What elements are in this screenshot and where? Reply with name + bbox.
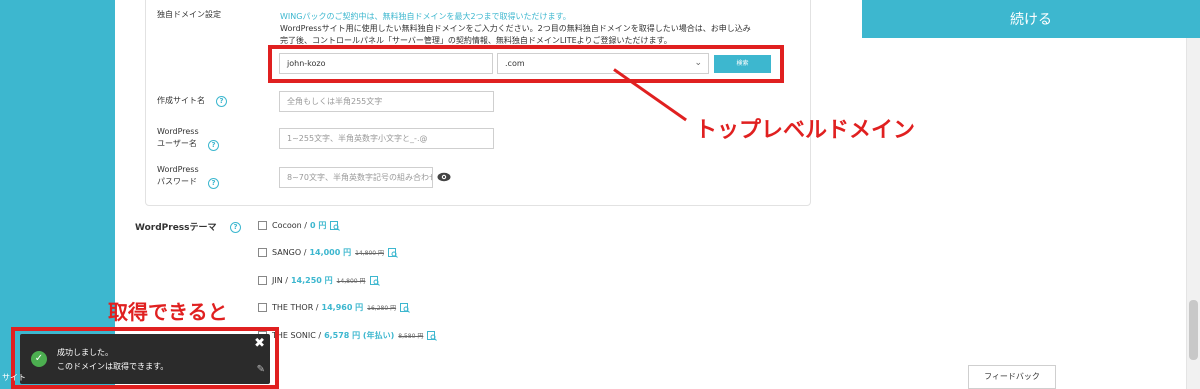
theme-option-jin[interactable]: JIN / 14,250 円 14,800 円 <box>258 275 380 286</box>
preview-icon[interactable] <box>330 220 341 231</box>
domain-label: 独自ドメイン設定 <box>157 10 221 19</box>
theme-price: 6,578 円 (年払い) <box>324 331 395 340</box>
theme-price: 14,960 円 <box>321 303 364 312</box>
acquire-annotation: 取得できると <box>108 300 228 324</box>
preview-icon[interactable] <box>427 330 438 341</box>
help-icon[interactable]: ? <box>216 96 227 107</box>
checkbox[interactable] <box>258 248 267 257</box>
checkbox[interactable] <box>258 276 267 285</box>
help-icon[interactable]: ? <box>230 222 241 233</box>
theme-old-price: 8,580 円 <box>398 333 424 340</box>
help-icon[interactable]: ? <box>208 140 219 151</box>
domain-note-line1: WordPressサイト用に使用したい無料独自ドメインをご入力ください。2つ目の… <box>280 24 751 33</box>
site-name-input[interactable]: 全角もしくは半角255文字 <box>279 91 494 112</box>
theme-option-sonic[interactable]: THE SONIC / 6,578 円 (年払い) 8,580 円 <box>258 330 438 341</box>
wp-user-input[interactable]: 1~255文字、半角英数字小文字と_-.@ <box>279 128 494 149</box>
domain-highlight-box <box>268 45 784 83</box>
theme-label: WordPressテーマ <box>135 223 217 233</box>
wp-pass-input[interactable]: 8~70文字、半角英数字記号の組み合わせ <box>279 167 433 188</box>
wp-user-label-2: ユーザー名 <box>157 139 197 148</box>
feedback-button[interactable]: フィードバック <box>968 365 1056 389</box>
toast-highlight-box <box>11 327 279 389</box>
theme-option-sango[interactable]: SANGO / 14,000 円 14,800 円 <box>258 247 398 258</box>
theme-name: THE THOR <box>272 303 314 312</box>
theme-name: Cocoon <box>272 221 302 230</box>
scrollbar[interactable] <box>1186 0 1200 389</box>
checkbox[interactable] <box>258 303 267 312</box>
domain-note: WordPressサイト用に使用したい無料独自ドメインをご入力ください。2つ目の… <box>280 23 800 47</box>
checkbox[interactable] <box>258 221 267 230</box>
domain-note-blue: WINGパックのご契約中は、無料独自ドメインを最大2つまで取得いただけます。 <box>280 12 571 21</box>
theme-old-price: 16,280 円 <box>367 305 397 312</box>
site-name-label: 作成サイト名 <box>157 96 205 105</box>
help-icon[interactable]: ? <box>208 178 219 189</box>
theme-old-price: 14,800 円 <box>355 250 384 257</box>
theme-price: 14,000 円 <box>309 248 352 257</box>
continue-button[interactable]: 続ける <box>862 0 1200 38</box>
theme-option-thor[interactable]: THE THOR / 14,960 円 16,280 円 <box>258 302 410 313</box>
tld-annotation: トップレベルドメイン <box>695 118 916 143</box>
theme-name: JIN <box>272 276 283 285</box>
eye-icon[interactable] <box>437 172 451 182</box>
preview-icon[interactable] <box>369 275 380 286</box>
bottom-left-label: サイト <box>2 373 26 382</box>
theme-old-price: 14,800 円 <box>336 278 366 285</box>
theme-price: 0 円 <box>310 221 327 230</box>
theme-option-cocoon[interactable]: Cocoon / 0 円 <box>258 220 341 231</box>
theme-name: SANGO <box>272 248 302 257</box>
theme-price: 14,250 円 <box>290 276 333 285</box>
preview-icon[interactable] <box>400 302 410 313</box>
preview-icon[interactable] <box>388 247 398 258</box>
wp-pass-label-2: パスワード <box>157 177 197 186</box>
scrollbar-thumb[interactable] <box>1189 300 1198 360</box>
